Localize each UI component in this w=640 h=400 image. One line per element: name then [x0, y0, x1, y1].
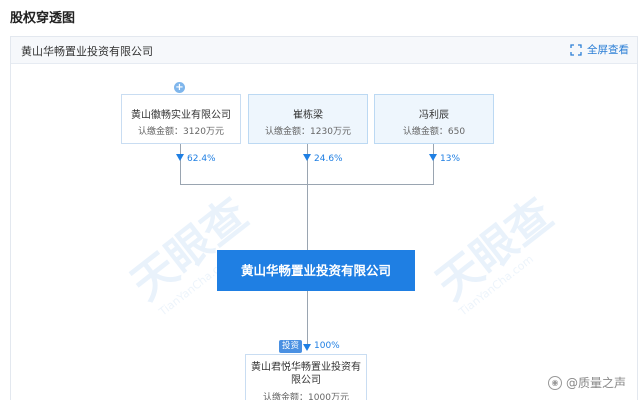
fullscreen-button[interactable]: 全屏查看 [570, 42, 629, 57]
share-percent: 62.4% [187, 154, 216, 164]
connector-line [180, 144, 181, 184]
arrow-down-icon [176, 154, 184, 161]
investment-tag: 投资 [279, 340, 303, 353]
share-percent: 13% [440, 154, 461, 164]
shareholder-amount: 认缴金额：650 [402, 127, 466, 137]
shareholder-node[interactable]: 冯利辰 认缴金额：650 [374, 94, 494, 144]
chart-canvas: 天眼查 天眼查 TianYanCha.com TianYanCha.com + … [11, 64, 637, 400]
investment-percent: 100% [314, 341, 340, 351]
credit-watermark: ◉ @质量之声 [547, 374, 626, 391]
investee-name-line1: 黄山君悦华畅置业投资有 [251, 362, 361, 373]
panel-title: 黄山华畅置业投资有限公司 [21, 45, 153, 58]
connector-line [307, 144, 308, 184]
shareholder-node[interactable]: 崔栋梁 认缴金额：1230万元 [248, 94, 368, 144]
arrow-down-icon [429, 154, 437, 161]
center-company-node[interactable]: 黄山华畅置业投资有限公司 [217, 250, 415, 291]
expand-plus-icon[interactable]: + [174, 82, 185, 93]
arrow-down-icon [303, 154, 311, 161]
connector-line [307, 291, 308, 344]
camera-icon: ◉ [547, 375, 562, 390]
credit-text: @质量之声 [565, 376, 626, 390]
panel-header: 黄山华畅置业投资有限公司 全屏查看 [11, 37, 637, 64]
connector-line [307, 184, 308, 250]
expand-icon [570, 43, 582, 56]
shareholder-node[interactable]: 黄山徽畅实业有限公司 认缴金额：3120万元 [121, 94, 241, 144]
connector-line [433, 144, 434, 184]
equity-panel: 黄山华畅置业投资有限公司 全屏查看 天眼查 天眼查 TianYanCha.com… [10, 36, 638, 400]
shareholder-name: 黄山徽畅实业有限公司 [131, 110, 231, 121]
arrow-down-icon [303, 344, 311, 351]
investee-name-line2: 限公司 [291, 375, 321, 386]
share-percent: 24.6% [314, 154, 343, 164]
shareholder-amount: 认缴金额：1230万元 [265, 127, 351, 137]
page-title: 股权穿透图 [10, 11, 76, 26]
investee-node[interactable]: 黄山君悦华畅置业投资有 限公司 认缴金额：1000万元 [245, 354, 367, 400]
shareholder-amount: 认缴金额：3120万元 [138, 127, 224, 137]
investee-amount: 认缴金额：1000万元 [263, 393, 349, 400]
fullscreen-label: 全屏查看 [587, 44, 629, 56]
shareholder-name: 冯利辰 [419, 110, 449, 121]
shareholder-name: 崔栋梁 [293, 110, 323, 121]
